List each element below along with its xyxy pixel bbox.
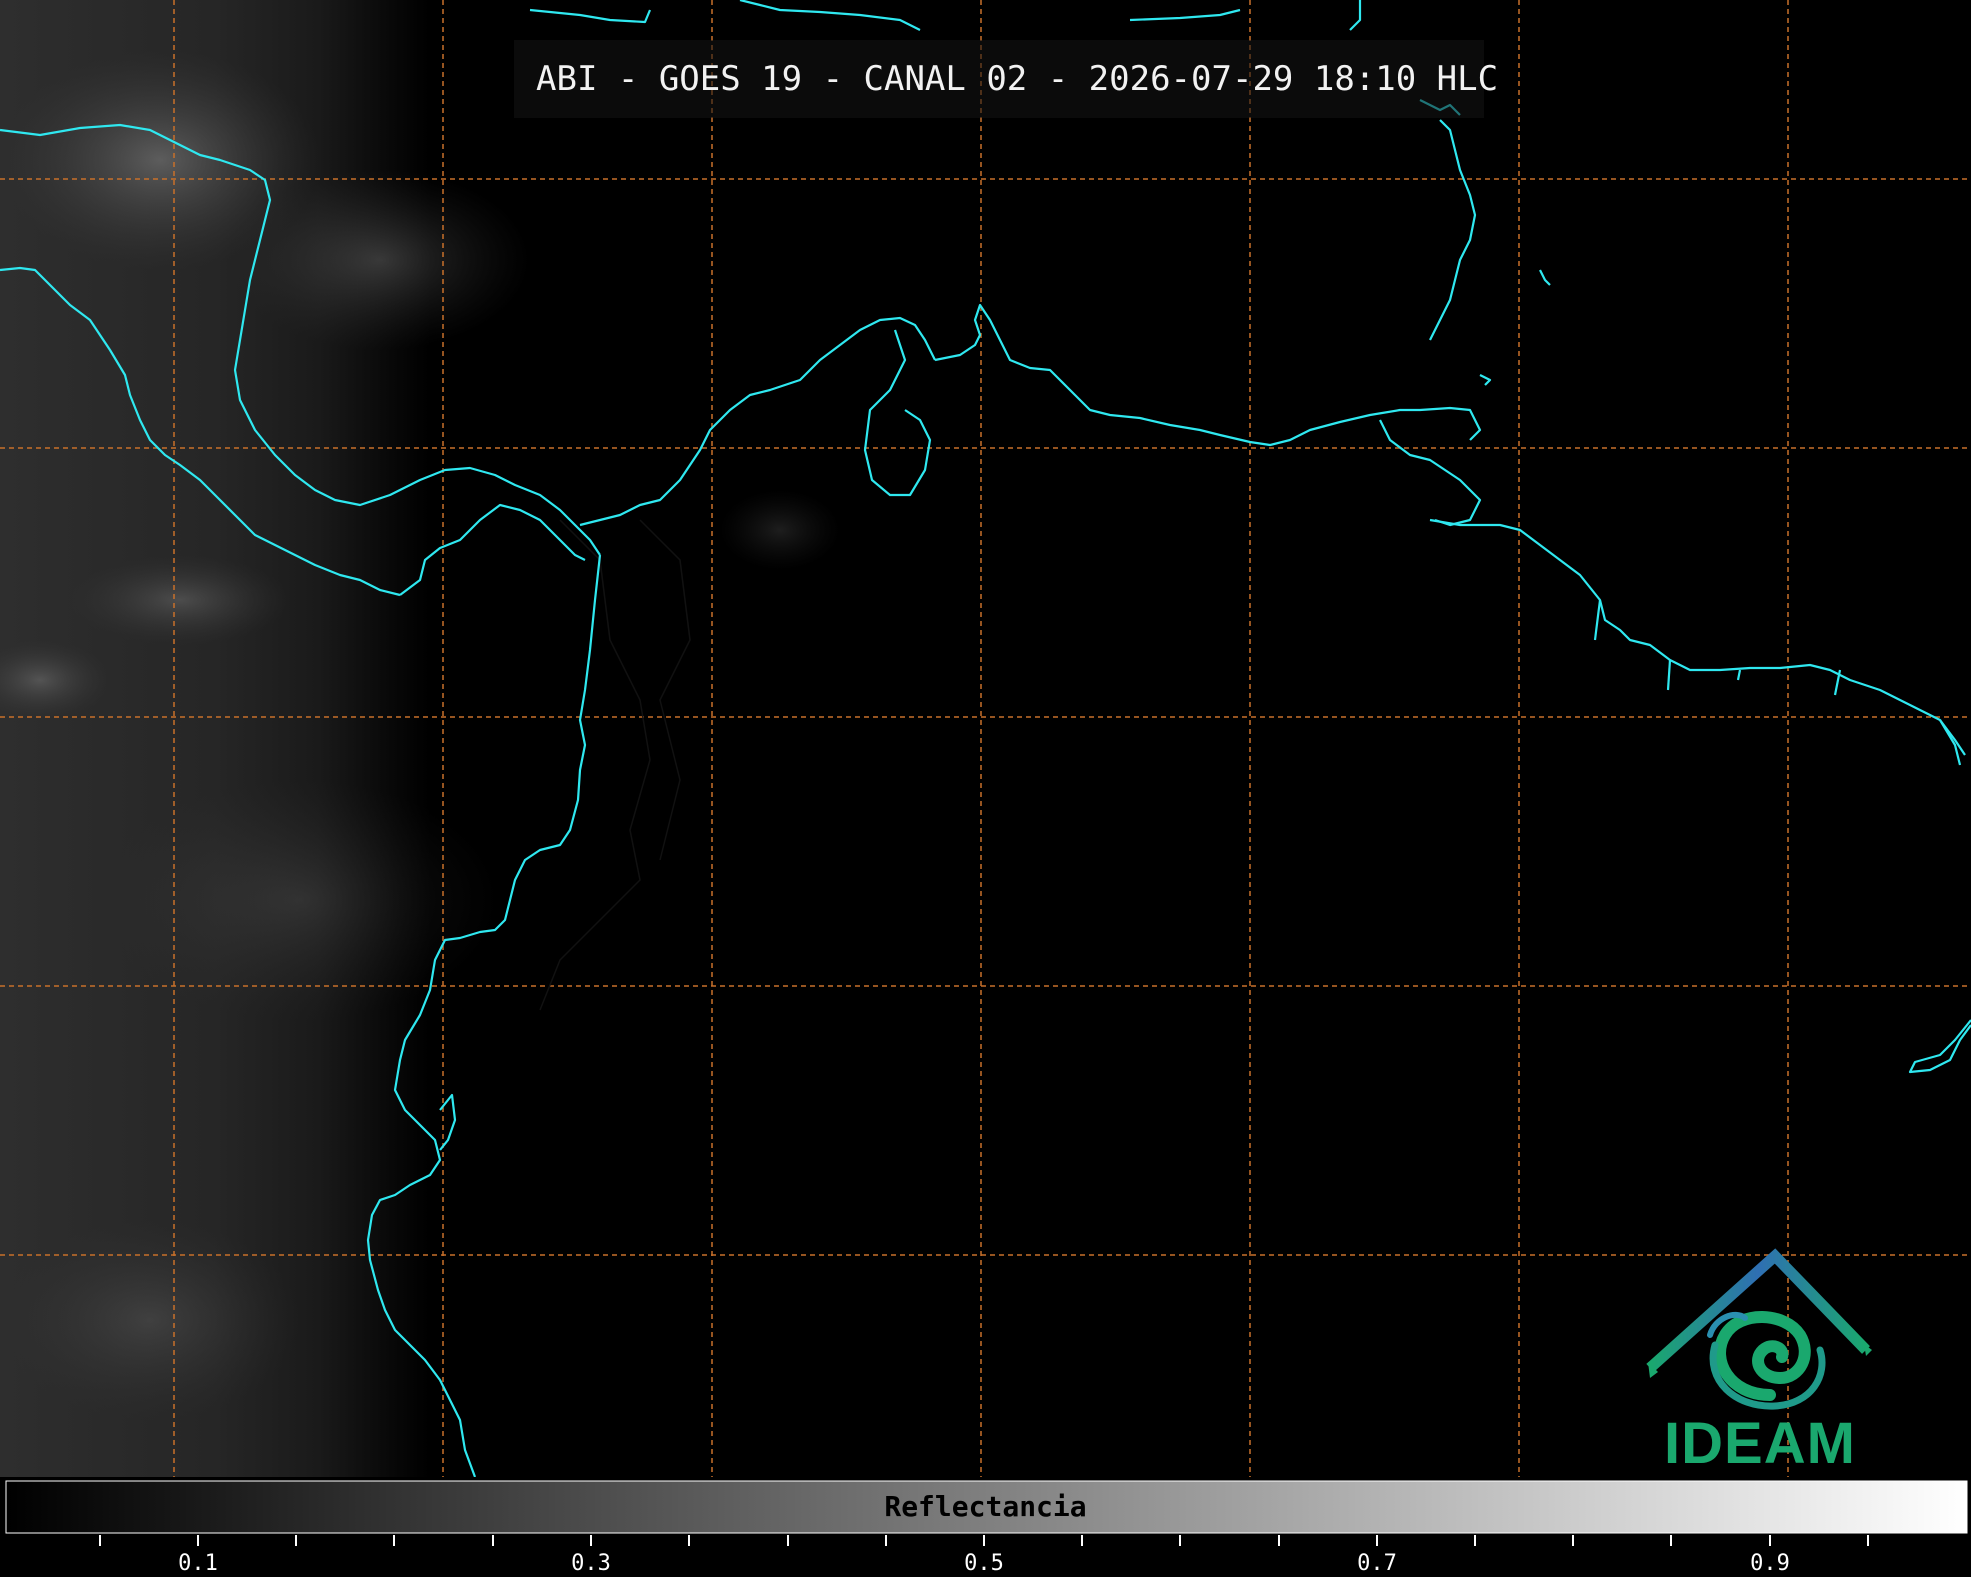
colorbar-label: Reflectancia xyxy=(884,1490,1087,1523)
ideam-logo-text: IDEAM xyxy=(1664,1411,1856,1476)
colorbar-tick-label: 0.1 xyxy=(178,1551,218,1576)
colorbar-tick-label: 0.7 xyxy=(1357,1551,1397,1576)
colorbar-tick-label: 0.9 xyxy=(1750,1551,1790,1576)
satellite-map[interactable] xyxy=(0,0,1971,1577)
map-title: ABI - GOES 19 - CANAL 02 - 2026-07-29 18… xyxy=(514,40,1498,118)
colorbar-tick-label: 0.3 xyxy=(571,1551,611,1576)
colorbar-tick-label: 0.5 xyxy=(964,1551,1004,1576)
